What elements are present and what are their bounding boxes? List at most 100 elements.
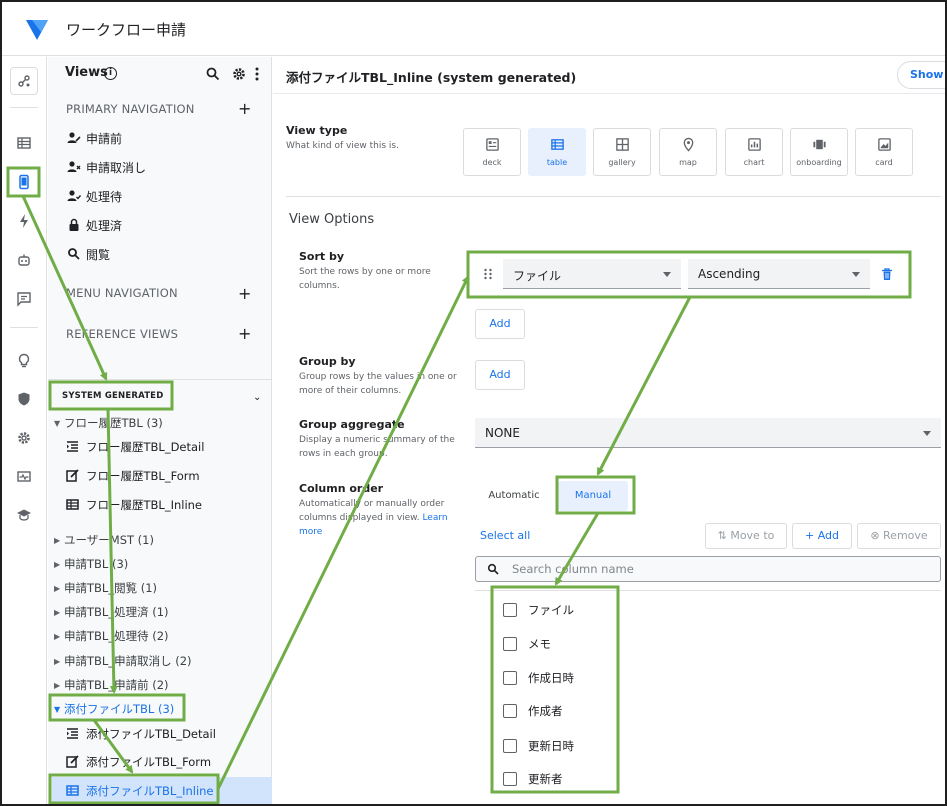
nav-item-4[interactable]: 閲覧 (66, 244, 110, 264)
sort-add-button[interactable]: Add (475, 309, 525, 339)
column-item[interactable]: 作成者 (503, 703, 563, 719)
tree-group-label: フロー履歴TBL (3) (64, 416, 163, 430)
select-all-link[interactable]: Select all (480, 529, 530, 542)
column-item[interactable]: 更新日時 (503, 738, 574, 754)
nav-item-0[interactable]: 申請前 (66, 128, 122, 148)
tree-leaf-detail-8[interactable]: 添付ファイルTBL_Detail (66, 724, 216, 744)
add-primary-view-icon[interactable]: + (238, 101, 251, 117)
tree-group-7[interactable]: ▶ 申請TBL_申請前 (2) (54, 676, 169, 694)
person-check-icon (66, 188, 82, 204)
rail-settings-icon[interactable] (10, 424, 38, 452)
view-type-description: What kind of view this is. (286, 141, 399, 151)
search-icon[interactable] (205, 66, 221, 82)
view-type-label: onboarding (796, 158, 842, 167)
checkbox[interactable] (503, 603, 517, 617)
view-type-table[interactable]: table (528, 128, 586, 176)
tree-group-8[interactable]: ▼ 添付ファイルTBL (3) (54, 700, 174, 718)
tree-group-4[interactable]: ▶ 申請TBL_処理済 (1) (54, 603, 169, 621)
view-type-gallery[interactable]: gallery (593, 128, 651, 176)
column-order-label: Column order (299, 482, 384, 495)
remove-column-button[interactable]: ⊗ Remove (857, 523, 941, 549)
group-add-button[interactable]: Add (475, 360, 525, 390)
tree-leaf-inline-0[interactable]: フロー履歴TBL_Inline (66, 495, 202, 515)
tree-group-1[interactable]: ▶ ユーザーMST (1) (54, 531, 154, 549)
nav-item-2[interactable]: 処理待 (66, 186, 122, 206)
nav-item-label: 申請前 (86, 131, 123, 146)
tree-group-3[interactable]: ▶ 申請TBL_閲覧 (1) (54, 579, 157, 597)
tree-leaf-detail-0[interactable]: フロー履歴TBL_Detail (66, 437, 204, 457)
column-item[interactable]: 更新者 (503, 771, 563, 787)
add-menu-view-icon[interactable]: + (238, 286, 251, 302)
sort-column-select[interactable]: ファイル (503, 259, 681, 289)
column-search-input[interactable]: Search column name (475, 556, 941, 582)
view-type-onboarding[interactable]: onboarding (790, 128, 848, 176)
view-type-map[interactable]: map (659, 128, 717, 176)
column-list: ファイル メモ 作成日時 作成者 更新日時 更新者 (475, 590, 941, 804)
tree-group-5[interactable]: ▶ 申請TBL_処理待 (2) (54, 627, 169, 645)
info-icon[interactable]: i (104, 67, 117, 80)
primary-navigation-heading: PRIMARY NAVIGATION (66, 102, 195, 116)
tree-group-label: 申請TBL_閲覧 (1) (64, 581, 158, 595)
views-panel: Views i PRIMARY NAVIGATION + 申請前 申請取消し 処… (48, 57, 272, 804)
tree-leaf-inline-8[interactable]: 添付ファイルTBL_Inline (52, 777, 272, 804)
view-type-deck[interactable]: deck (463, 128, 521, 176)
column-item-label: 作成日時 (528, 671, 574, 685)
column-order-automatic[interactable]: Automatic (475, 481, 553, 511)
search-icon (66, 246, 82, 262)
column-item[interactable]: メモ (503, 636, 551, 652)
more-vert-icon[interactable] (249, 66, 265, 82)
rail-automation-icon[interactable] (10, 246, 38, 274)
checkbox[interactable] (503, 637, 517, 651)
tree-group-2[interactable]: ▶ 申請TBL (3) (54, 555, 128, 573)
view-type-chart[interactable]: chart (725, 128, 783, 176)
system-generated-heading[interactable]: SYSTEM GENERATED (62, 391, 163, 401)
detail-view-icon (66, 727, 80, 741)
nav-item-3[interactable]: 処理済 (66, 215, 122, 235)
app-title: ワークフロー申請 (66, 21, 187, 39)
checkbox[interactable] (503, 704, 517, 718)
checkbox[interactable] (503, 671, 517, 685)
rail-chat-icon[interactable] (10, 285, 38, 313)
view-type-card[interactable]: card (855, 128, 913, 176)
form-view-icon (66, 755, 80, 769)
checkbox[interactable] (503, 739, 517, 753)
sort-column-value: ファイル (513, 269, 562, 283)
view-type-label: table (546, 158, 568, 167)
column-item-label: メモ (528, 637, 551, 651)
view-type-label: map (679, 158, 697, 167)
nav-item-label: 処理待 (86, 189, 123, 204)
rail-monitor-icon[interactable] (10, 463, 38, 491)
column-item-label: 更新日時 (528, 739, 574, 753)
tree-group-0[interactable]: ▼ フロー履歴TBL (3) (54, 414, 163, 432)
rail-learn-icon[interactable] (10, 501, 38, 529)
tree-group-label: 申請TBL (3) (64, 557, 129, 571)
rail-views-icon[interactable] (10, 168, 38, 196)
sort-direction-select[interactable]: Ascending (688, 259, 870, 289)
remove-circle-icon: ⊗ (870, 529, 880, 542)
drag-handle-icon[interactable] (482, 267, 494, 281)
rail-security-icon[interactable] (10, 385, 38, 413)
gear-icon[interactable] (231, 66, 247, 82)
column-order-manual[interactable]: Manual (558, 481, 628, 511)
column-item[interactable]: 作成日時 (503, 670, 574, 686)
tree-group-label: 申請TBL_申請取消し (2) (64, 654, 192, 668)
show-preview-button[interactable]: Show i (897, 61, 945, 89)
delete-icon[interactable] (881, 268, 893, 281)
person-edit-icon (66, 130, 82, 146)
move-to-button[interactable]: ⇅ Move to (705, 523, 787, 549)
column-item[interactable]: ファイル (503, 602, 574, 618)
add-column-button[interactable]: + Add (792, 523, 852, 549)
checkbox[interactable] (503, 772, 517, 786)
rail-launcher-icon[interactable] (10, 67, 38, 95)
tree-group-6[interactable]: ▶ 申請TBL_申請取消し (2) (54, 652, 192, 670)
add-reference-view-icon[interactable]: + (238, 326, 251, 342)
rail-actions-icon[interactable] (10, 207, 38, 235)
nav-item-1[interactable]: 申請取消し (66, 157, 146, 177)
group-aggregate-select[interactable]: NONE (475, 418, 941, 448)
tree-leaf-form-0[interactable]: フロー履歴TBL_Form (66, 466, 200, 486)
rail-intelligence-icon[interactable] (10, 347, 38, 375)
chevron-down-icon[interactable]: ⌄ (253, 392, 261, 403)
tree-leaf-form-8[interactable]: 添付ファイルTBL_Form (66, 752, 211, 772)
rail-data-icon[interactable] (10, 129, 38, 157)
view-type-label: gallery (608, 158, 636, 167)
